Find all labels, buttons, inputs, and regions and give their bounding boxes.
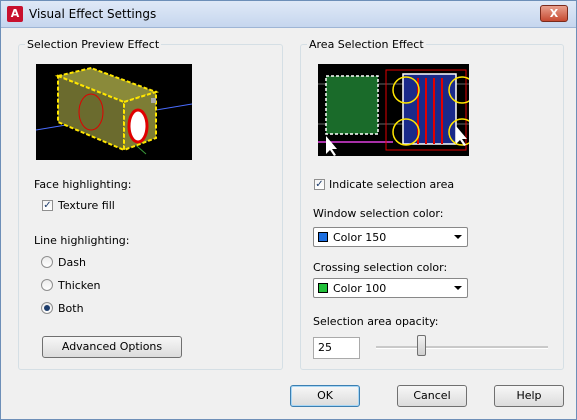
selection-preview-title: Selection Preview Effect: [25, 38, 162, 51]
window-title: Visual Effect Settings: [29, 7, 157, 21]
area-preview-graphic: [318, 69, 476, 156]
area-selection-group: Area Selection Effect ✓ Indicate selecti…: [300, 38, 564, 370]
crossing-color-swatch: [318, 283, 328, 293]
window-color-value: Color 150: [333, 231, 387, 244]
app-logo-icon: A: [7, 6, 23, 22]
title-bar: A Visual Effect Settings X: [1, 1, 576, 28]
crossing-color-value: Color 100: [333, 282, 387, 295]
close-button[interactable]: X: [540, 5, 568, 22]
help-button[interactable]: Help: [494, 385, 564, 407]
line-highlighting-label: Line highlighting:: [34, 234, 130, 247]
indicate-area-checkbox[interactable]: ✓: [314, 179, 325, 190]
selection-preview-image: [35, 64, 193, 160]
window-color-swatch: [318, 232, 328, 242]
ok-button[interactable]: OK: [290, 385, 360, 407]
chevron-down-icon: [454, 286, 462, 290]
face-highlighting-label: Face highlighting:: [34, 178, 132, 191]
area-selection-image: [318, 64, 476, 156]
texture-fill-checkbox[interactable]: ✓: [42, 200, 53, 211]
opacity-slider-track[interactable]: [376, 346, 548, 349]
dash-label: Dash: [58, 256, 86, 269]
advanced-options-button[interactable]: Advanced Options: [42, 336, 182, 358]
close-icon: X: [549, 7, 559, 20]
box-preview-graphic: [35, 66, 193, 155]
chevron-down-icon: [454, 235, 462, 239]
window-color-select[interactable]: Color 150: [313, 227, 468, 247]
dialog-window: A Visual Effect Settings X Selection Pre…: [0, 0, 577, 420]
opacity-input[interactable]: 25: [313, 337, 360, 359]
thicken-radio[interactable]: [41, 279, 53, 291]
crossing-color-label: Crossing selection color:: [313, 261, 448, 274]
cancel-button[interactable]: Cancel: [397, 385, 467, 407]
dash-radio[interactable]: [41, 256, 53, 268]
both-radio[interactable]: [41, 302, 53, 314]
both-label: Both: [58, 302, 84, 315]
crossing-color-select[interactable]: Color 100: [313, 278, 468, 298]
thicken-label: Thicken: [58, 279, 101, 292]
selection-preview-group: Selection Preview Effect Face highlighti…: [18, 38, 283, 370]
indicate-area-label: Indicate selection area: [329, 178, 455, 191]
window-color-label: Window selection color:: [313, 207, 444, 220]
opacity-label: Selection area opacity:: [313, 315, 439, 328]
area-selection-title: Area Selection Effect: [307, 38, 426, 51]
opacity-slider-thumb[interactable]: [416, 335, 426, 356]
texture-fill-label: Texture fill: [58, 199, 115, 212]
